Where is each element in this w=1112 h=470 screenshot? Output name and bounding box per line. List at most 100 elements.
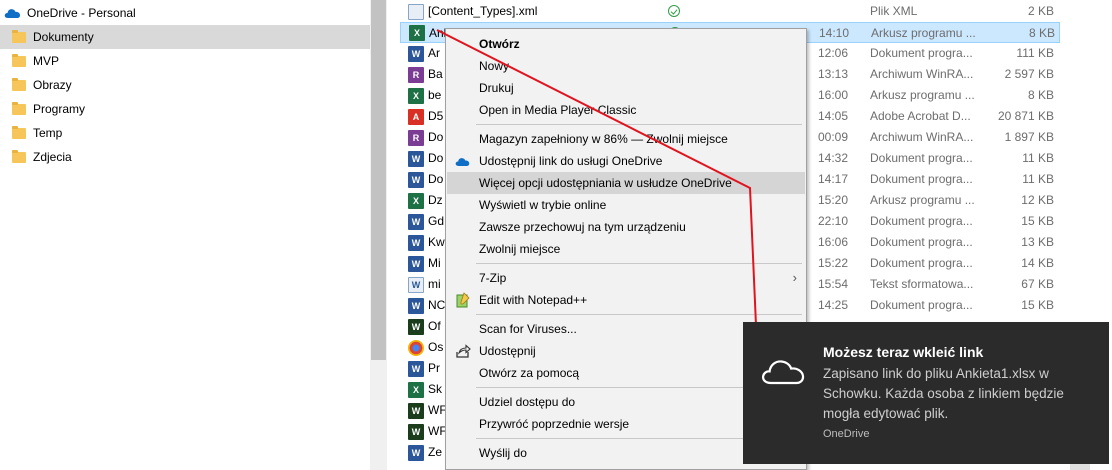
file-type: Archiwum WinRA...	[870, 67, 974, 81]
menu-item-drukuj[interactable]: Drukuj	[447, 77, 805, 99]
chevron-right-icon: ›	[792, 270, 797, 285]
scrollbar-thumb[interactable]	[371, 0, 386, 360]
word-file-icon: W	[408, 150, 424, 167]
menu-item-label: Otwórz	[479, 37, 520, 51]
file-type: Arkusz programu ...	[870, 88, 975, 102]
menu-item-label: Udostępnij	[479, 344, 536, 358]
word-file-icon: W	[408, 45, 424, 62]
nav-item-temp[interactable]: Temp	[0, 121, 370, 145]
menu-item-label: Magazyn zapełniony w 86% — Zwolnij miejs…	[479, 132, 728, 146]
nav-item-programy[interactable]: Programy	[0, 97, 370, 121]
file-size: 111 KB	[1016, 46, 1054, 60]
folder-icon	[12, 101, 26, 115]
notepadpp-icon	[455, 292, 471, 308]
menu-item-label: Udostępnij link do usługi OneDrive	[479, 154, 663, 168]
file-type: Dokument progra...	[870, 298, 973, 312]
word-file-icon: W	[408, 213, 424, 230]
folder-icon	[12, 149, 26, 163]
navigation-pane: OneDrive - Personal Dokumenty MVP Obrazy…	[0, 0, 370, 470]
nav-item-label: Zdjecia	[33, 150, 72, 164]
file-size: 13 KB	[1021, 235, 1054, 249]
file-type: Dokument progra...	[870, 172, 973, 186]
nav-item-mvp[interactable]: MVP	[0, 49, 370, 73]
nav-item-label: Temp	[33, 126, 63, 140]
file-type: Adobe Acrobat D...	[870, 109, 971, 123]
file-type: Dokument progra...	[870, 214, 973, 228]
sync-status-icon	[668, 5, 680, 17]
word-file-icon: W	[408, 360, 424, 377]
file-size: 15 KB	[1021, 298, 1054, 312]
file-size: 8 KB	[1027, 88, 1054, 102]
file-size: 8 KB	[1028, 26, 1055, 40]
menu-item-nowy[interactable]: Nowy	[447, 55, 805, 77]
toast-body: Zapisano link do pliku Ankieta1.xlsx w S…	[823, 366, 1064, 421]
winrar-file-icon: R	[408, 66, 424, 83]
file-type: Dokument progra...	[870, 151, 973, 165]
menu-item-wiecej-opcji-udostepniania-w-us-udze-onedrive[interactable]: Więcej opcji udostępniania w usłudze One…	[447, 172, 805, 194]
nav-item-label: Dokumenty	[33, 30, 94, 44]
menu-item-7-zip[interactable]: 7-Zip ›	[447, 267, 805, 289]
menu-item-wyswietl-w-trybie-online[interactable]: Wyświetl w trybie online	[447, 194, 805, 216]
file-type: Dokument progra...	[870, 235, 973, 249]
exe-file-icon: W	[408, 402, 424, 419]
file-name: [Content_Types].xml	[428, 4, 538, 18]
menu-item-magazyn-zape-niony-w-86-zwolnij-miejsce[interactable]: Magazyn zapełniony w 86% — Zwolnij miejs…	[447, 128, 805, 150]
menu-item-zwolnij-miejsce[interactable]: Zwolnij miejsce	[447, 238, 805, 260]
menu-separator	[476, 314, 802, 315]
xml-file-icon	[408, 3, 424, 20]
nav-item-dokumenty[interactable]: Dokumenty	[0, 25, 370, 49]
menu-separator	[476, 263, 802, 264]
excel-file-icon: X	[408, 381, 424, 398]
nav-item-zdjecia[interactable]: Zdjecia	[0, 145, 370, 169]
nav-root-onedrive[interactable]: OneDrive - Personal	[0, 3, 136, 23]
file-type: Dokument progra...	[870, 256, 973, 270]
nav-item-label: Obrazy	[33, 78, 72, 92]
toast-title: Możesz teraz wkleić link	[823, 344, 984, 360]
file-size: 11 KB	[1022, 151, 1054, 165]
file-size: 67 KB	[1021, 277, 1054, 291]
onedrive-cloud-icon	[4, 9, 21, 18]
file-size: 2 597 KB	[1004, 67, 1054, 81]
word-file-icon: W	[408, 171, 424, 188]
nav-item-label: Programy	[33, 102, 86, 116]
word-file-icon: W	[408, 297, 424, 314]
file-type: Arkusz programu ...	[871, 26, 976, 40]
nav-item-label: MVP	[33, 54, 60, 68]
file-type: Tekst sformatowa...	[870, 277, 974, 291]
file-size: 1 897 KB	[1004, 130, 1054, 144]
onedrive-cloud-icon	[761, 360, 805, 385]
menu-item-otworz[interactable]: Otwórz	[447, 33, 805, 55]
winrar-file-icon: R	[408, 129, 424, 146]
file-size: 14 KB	[1021, 256, 1054, 270]
menu-item-open-in-media-player-classic[interactable]: Open in Media Player Classic	[447, 99, 805, 121]
toast-source: OneDrive	[823, 428, 870, 440]
text-file-icon: W	[408, 276, 424, 293]
menu-item-edit-with-notepad[interactable]: Edit with Notepad++	[447, 289, 805, 311]
menu-item-label: Otwórz za pomocą	[479, 366, 580, 380]
file-size: 15 KB	[1021, 214, 1054, 228]
nav-item-obrazy[interactable]: Obrazy	[0, 73, 370, 97]
nav-scrollbar[interactable]	[370, 0, 387, 470]
menu-item-udostepnij-link-do-us-ugi-onedrive[interactable]: Udostępnij link do usługi OneDrive	[447, 150, 805, 172]
menu-item-zawsze-przechowuj-na-tym-urzadzeniu[interactable]: Zawsze przechowuj na tym urządzeniu	[447, 216, 805, 238]
exe-file-icon: W	[408, 318, 424, 335]
menu-separator	[476, 124, 802, 125]
folder-icon	[12, 29, 26, 43]
menu-item-label: Scan for Viruses...	[479, 322, 577, 336]
folder-icon	[12, 53, 26, 67]
folder-icon	[12, 125, 26, 139]
toast-notification[interactable]: Możesz teraz wkleić link Zapisano link d…	[743, 322, 1109, 464]
word-file-icon: W	[408, 255, 424, 272]
file-size: 2 KB	[1027, 4, 1054, 18]
file-type: Archiwum WinRA...	[870, 130, 974, 144]
onedrive-cloud-icon	[455, 153, 471, 169]
file-row[interactable]: [Content_Types].xml Plik XML 2 KB	[400, 1, 1060, 22]
word-file-icon: W	[408, 234, 424, 251]
nav-root-label: OneDrive - Personal	[27, 6, 136, 20]
file-type: Dokument progra...	[870, 46, 973, 60]
menu-item-label: Przywróć poprzednie wersje	[479, 417, 630, 431]
excel-file-icon: X	[408, 87, 424, 104]
menu-item-label: Udziel dostępu do	[479, 395, 576, 409]
excel-file-icon: X	[408, 192, 424, 209]
exe-file-icon: W	[408, 423, 424, 440]
